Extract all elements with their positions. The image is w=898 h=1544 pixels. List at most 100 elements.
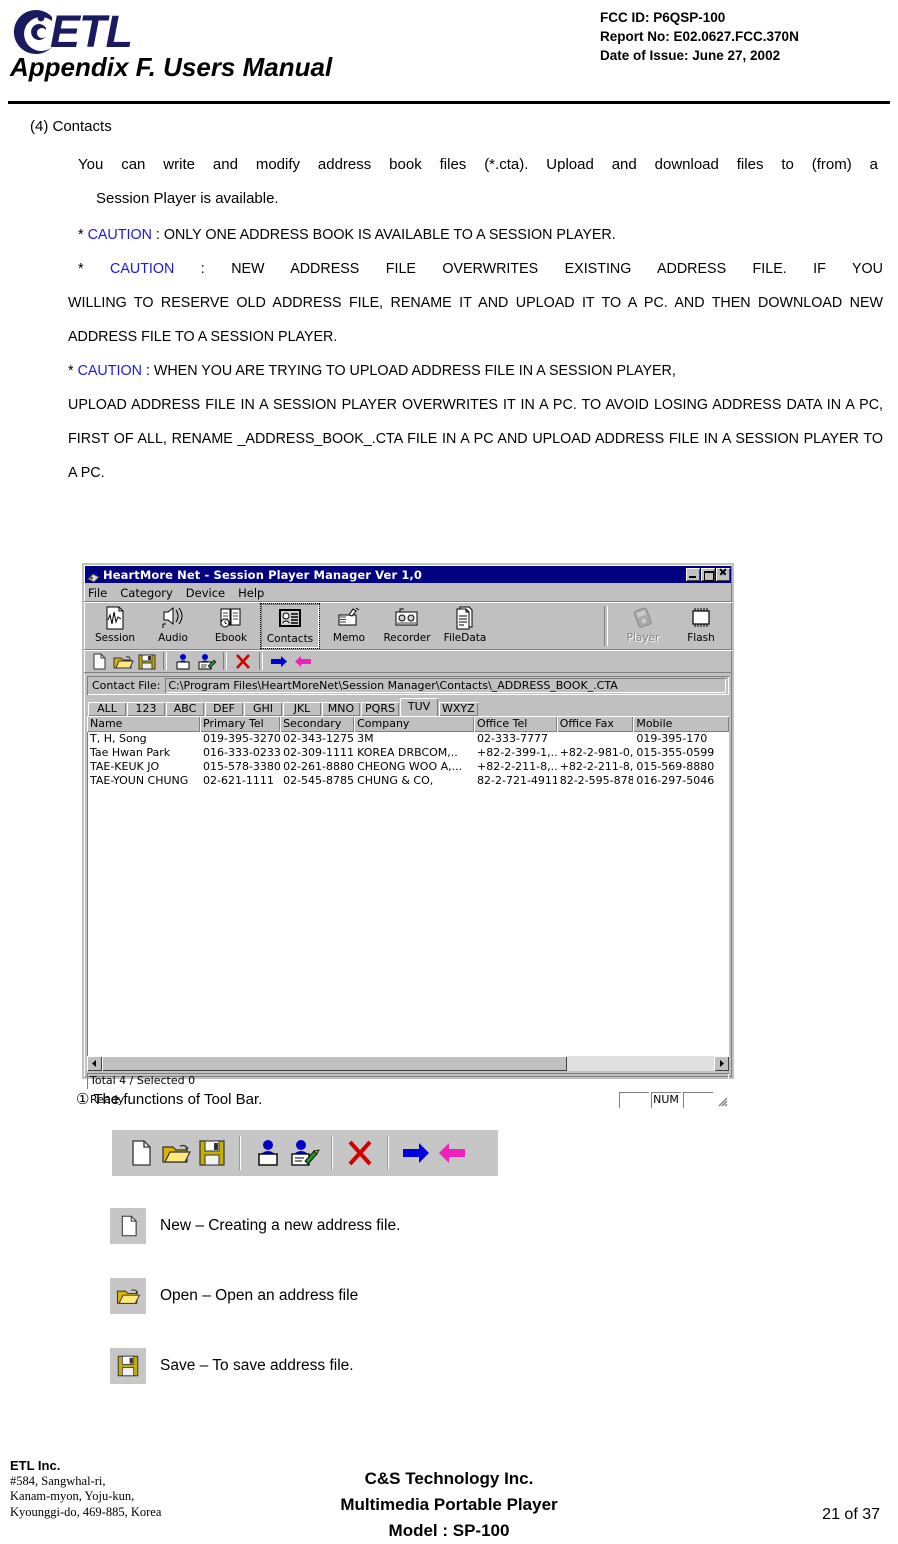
new-icon[interactable] xyxy=(88,652,110,671)
memo-icon xyxy=(336,606,362,630)
tab-abc[interactable]: ABC xyxy=(166,702,204,716)
contact-file-bar: Contact File: C:\Program Files\HeartMore… xyxy=(87,676,729,695)
maximize-button[interactable] xyxy=(701,568,715,581)
table-row[interactable]: TAE-YOUN CHUNG 02-621-1111 02-545-8785 C… xyxy=(87,774,729,788)
cell-office-tel: +82-2-399-1,.. xyxy=(477,746,557,759)
scroll-right-arrow-icon[interactable] xyxy=(714,1056,729,1071)
upload-arrow-icon xyxy=(400,1137,432,1169)
save-icon xyxy=(110,1348,146,1384)
cell-office-fax xyxy=(557,732,634,746)
tab-mno[interactable]: MNO xyxy=(322,702,360,716)
column-header-name[interactable]: Name xyxy=(87,716,200,732)
delete-icon[interactable] xyxy=(232,652,254,671)
toolbar-button-session[interactable]: Session xyxy=(86,603,144,649)
menu-item-device[interactable]: Device xyxy=(186,586,225,600)
cell-office-fax: +82-2-211-8,.. xyxy=(559,760,634,773)
open-icon[interactable] xyxy=(112,652,134,671)
intro-line-2: Session Player is available. xyxy=(96,190,279,207)
main-toolbar[interactable]: Session Audio Ebook Contacts Memo Record… xyxy=(84,602,732,650)
scrollbar-track[interactable] xyxy=(102,1056,714,1071)
column-header-primary-tel[interactable]: Primary Tel xyxy=(200,716,280,732)
toolbar-label-audio: Audio xyxy=(158,632,188,644)
cell-company: 3M xyxy=(357,732,374,745)
tab-wxyz[interactable]: WXYZ xyxy=(439,702,478,716)
tab-pqrs[interactable]: PQRS xyxy=(361,702,399,716)
file-toolbar-separator-1 xyxy=(163,652,167,670)
column-header-mobile[interactable]: Mobile xyxy=(633,716,729,732)
contacts-icon xyxy=(277,607,303,631)
document-meta: FCC ID: P6QSP-100 Report No: E02.0627.FC… xyxy=(600,8,799,65)
tab-def[interactable]: DEF xyxy=(205,702,243,716)
toolbar-label-memo: Memo xyxy=(332,632,366,644)
column-header-office-tel[interactable]: Office Tel xyxy=(474,716,557,732)
intro-line-1: You can write and modify address book fi… xyxy=(78,156,878,173)
toolbar-item-open-description: Open – Open an address file xyxy=(160,1287,359,1304)
header-divider xyxy=(8,101,890,104)
table-row[interactable]: Tae Hwan Park 016-333-0233 02-309-1111 K… xyxy=(87,746,729,760)
save-icon[interactable] xyxy=(136,652,158,671)
cell-name: T, H, Song xyxy=(90,732,147,745)
window-controls[interactable] xyxy=(686,568,730,581)
column-header-company[interactable]: Company xyxy=(354,716,474,732)
cell-company: CHUNG & CO, xyxy=(357,774,434,787)
illustration-separator-1 xyxy=(239,1136,241,1170)
contact-file-path[interactable]: C:\Program Files\HeartMoreNet\Session Ma… xyxy=(165,678,726,693)
tab-ghi[interactable]: GHI xyxy=(244,702,282,716)
minimize-button[interactable] xyxy=(686,568,700,581)
cell-company: CHEONG WOO A,... xyxy=(357,760,463,773)
toolbar-button-flash[interactable]: Flash xyxy=(672,603,730,649)
menu-item-category[interactable]: Category xyxy=(120,586,173,600)
cell-office-fax: +82-2-981-0,.. xyxy=(559,746,634,759)
menu-item-help[interactable]: Help xyxy=(238,586,264,600)
session-player-manager-window[interactable]: HeartMore Net - Session Player Manager V… xyxy=(82,563,734,1107)
horizontal-scrollbar[interactable] xyxy=(87,1056,729,1071)
table-row[interactable]: TAE-KEUK JO 015-578-3380 02-261-8880 CHE… xyxy=(87,760,729,774)
section-heading: (4) Contacts xyxy=(30,118,112,135)
toolbar-button-ebook[interactable]: Ebook xyxy=(202,603,260,649)
toolbar-label-recorder: Recorder xyxy=(383,632,431,644)
toolbar-button-filedata[interactable]: FileData xyxy=(436,603,494,649)
alphabet-tab-strip[interactable]: ALL 123 ABC DEF GHI JKL MNO PQRS TUV WXY… xyxy=(87,698,729,716)
cell-office-tel: +82-2-211-8,.. xyxy=(477,760,557,773)
new-icon xyxy=(124,1137,156,1169)
page-header: ETL Appendix F. Users Manual FCC ID: P6Q… xyxy=(0,0,898,106)
caution-label-3: CAUTION xyxy=(77,363,142,379)
toolbar-button-recorder[interactable]: Recorder xyxy=(378,603,436,649)
toolbar-button-memo[interactable]: Memo xyxy=(320,603,378,649)
scroll-left-arrow-icon[interactable] xyxy=(87,1056,102,1071)
tab-123[interactable]: 123 xyxy=(127,702,165,716)
toolbar-label-session: Session xyxy=(94,632,136,644)
contacts-list-view[interactable]: Name Primary Tel Secondary Company Offic… xyxy=(87,716,729,1056)
toolbar-button-contacts[interactable]: Contacts xyxy=(260,603,320,649)
edit-contact-icon xyxy=(288,1137,320,1169)
download-arrow-icon[interactable] xyxy=(292,652,314,671)
cell-office-fax: 82-2-595-8785 xyxy=(559,774,634,787)
toolbar-button-audio[interactable]: Audio xyxy=(144,603,202,649)
table-row[interactable]: T, H, Song 019-395-3270 02-343-1275 3M 0… xyxy=(87,732,729,746)
add-contact-icon[interactable] xyxy=(172,652,194,671)
menu-bar[interactable]: File Category Device Help xyxy=(84,584,732,602)
contacts-table-header[interactable]: Name Primary Tel Secondary Company Offic… xyxy=(87,716,729,732)
session-icon xyxy=(102,606,128,630)
window-titlebar[interactable]: HeartMore Net - Session Player Manager V… xyxy=(85,566,731,583)
column-header-secondary[interactable]: Secondary xyxy=(280,716,354,732)
file-toolbar-separator-2 xyxy=(223,652,227,670)
edit-contact-icon[interactable] xyxy=(196,652,218,671)
file-toolbar[interactable] xyxy=(84,650,732,673)
upload-arrow-icon[interactable] xyxy=(268,652,290,671)
tab-all[interactable]: ALL xyxy=(88,702,126,716)
close-button[interactable] xyxy=(716,568,730,581)
caution-1: * CAUTION : ONLY ONE ADDRESS BOOK IS AVA… xyxy=(78,218,883,252)
toolbar-explanation-section: ① The functions of Tool Bar. New – Creat… xyxy=(0,1090,898,1384)
caution-text-1: : ONLY ONE ADDRESS BOOK IS AVAILABLE TO … xyxy=(155,227,616,243)
toolbar-button-player[interactable]: Player xyxy=(614,603,672,649)
tab-jkl[interactable]: JKL xyxy=(283,702,321,716)
column-header-office-fax[interactable]: Office Fax xyxy=(557,716,634,732)
menu-item-file[interactable]: File xyxy=(88,586,107,600)
tab-tuv[interactable]: TUV xyxy=(400,698,438,716)
player-icon xyxy=(630,606,656,630)
scrollbar-thumb[interactable] xyxy=(102,1056,568,1071)
footer-manufacturer: C&S Technology Inc. xyxy=(364,1469,534,1488)
cell-mobile: 019-395-170 xyxy=(636,732,708,745)
cell-primary-tel: 02-621-1111 xyxy=(203,774,274,787)
